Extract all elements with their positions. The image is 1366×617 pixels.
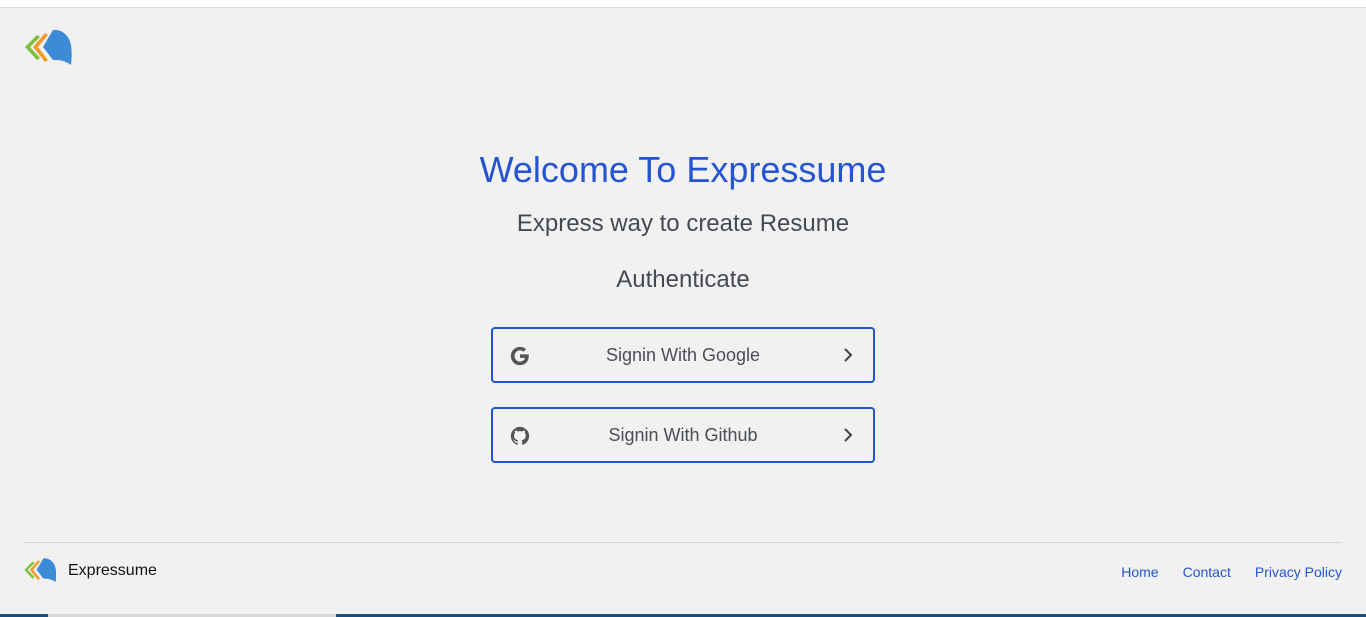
expressume-logo-icon[interactable]	[23, 27, 73, 69]
signin-google-button[interactable]: Signin With Google	[491, 327, 875, 383]
page-title: Welcome To Expressume	[479, 149, 887, 190]
chevron-right-icon	[844, 348, 853, 362]
github-icon	[510, 426, 530, 445]
footer-link-contact[interactable]: Contact	[1183, 563, 1231, 581]
signin-github-button[interactable]: Signin With Github	[491, 407, 875, 463]
footer-link-privacy-policy[interactable]: Privacy Policy	[1255, 563, 1342, 581]
authenticate-heading: Authenticate	[616, 266, 750, 293]
hero-section: Welcome To Expressume Express way to cre…	[0, 148, 1366, 295]
expressume-logo-icon[interactable]	[23, 556, 57, 585]
footer-nav: Home Contact Privacy Policy	[1121, 563, 1342, 581]
tagline: Express way to create Resume	[516, 210, 850, 237]
chevron-right-icon	[844, 428, 853, 442]
footer-link-home[interactable]: Home	[1121, 563, 1158, 581]
google-icon	[510, 346, 529, 366]
login-page: Welcome To Expressume Express way to cre…	[0, 0, 1366, 617]
top-border	[0, 0, 1366, 8]
signin-github-label: Signin With Github	[608, 424, 758, 445]
signin-google-label: Signin With Google	[605, 344, 761, 365]
footer-divider	[24, 542, 1342, 543]
footer-brand: Expressume	[68, 562, 157, 579]
